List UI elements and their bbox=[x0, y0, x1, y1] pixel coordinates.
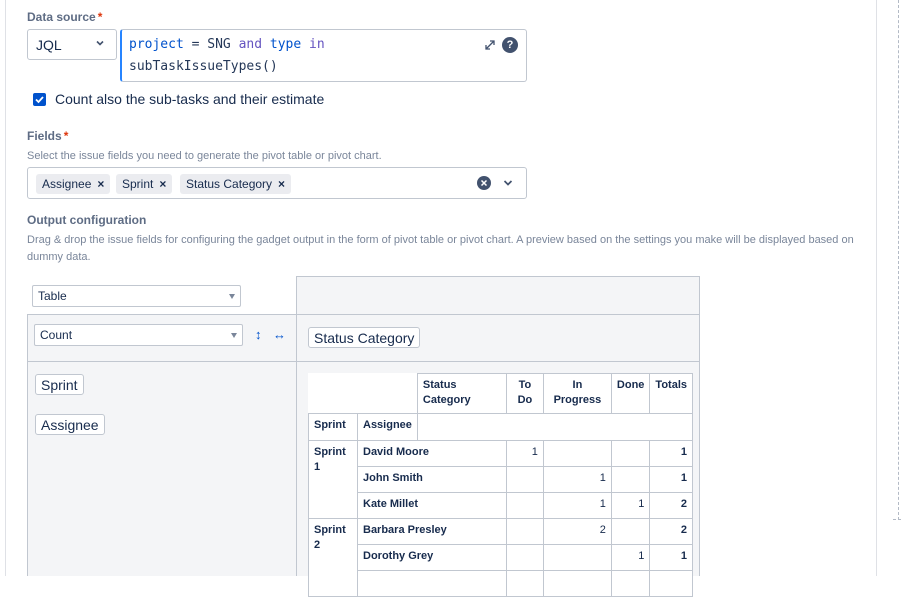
inprogress-cell bbox=[542, 570, 612, 597]
data-source-mode-select[interactable]: JQL bbox=[27, 29, 117, 60]
fields-helper-text: Select the issue fields you need to gene… bbox=[27, 150, 382, 162]
assignee-cell: John Smith bbox=[357, 466, 507, 493]
clear-all-icon[interactable] bbox=[477, 176, 491, 190]
output-helper-text: Drag & drop the issue fields for configu… bbox=[27, 234, 854, 263]
total-cell bbox=[649, 570, 693, 597]
todo-cell bbox=[505, 570, 544, 597]
todo-cell: 1 bbox=[505, 440, 544, 467]
checkmark-icon bbox=[35, 96, 44, 104]
dropdown-arrow-icon bbox=[231, 333, 237, 338]
todo-cell bbox=[505, 466, 544, 493]
todo-cell bbox=[505, 544, 544, 571]
row-header-assignee: Assignee bbox=[357, 413, 418, 441]
row-field-sprint[interactable]: Sprint bbox=[35, 374, 84, 395]
output-configuration-label: Output configuration bbox=[27, 213, 147, 227]
todo-cell bbox=[505, 492, 544, 519]
sprint-cell: Sprint 2 bbox=[308, 518, 358, 597]
remove-chip-icon[interactable]: × bbox=[278, 177, 285, 191]
panel-divider bbox=[296, 314, 700, 315]
jql-line-2: subTaskIssueTypes() bbox=[129, 59, 278, 74]
table-row: Sprint 1 David Moore 1 1 bbox=[308, 440, 693, 519]
row-header-sprint: Sprint bbox=[308, 413, 358, 441]
done-cell bbox=[610, 518, 651, 545]
assignee-cell: Dorothy Grey bbox=[357, 544, 507, 571]
inprogress-cell bbox=[542, 440, 612, 467]
resize-guide-foot bbox=[893, 519, 901, 520]
dropdown-arrow-icon bbox=[229, 294, 235, 299]
expand-icon[interactable] bbox=[483, 38, 497, 52]
data-source-label: Data source * bbox=[27, 10, 103, 24]
help-icon[interactable]: ? bbox=[502, 37, 518, 53]
todo-cell bbox=[505, 518, 544, 545]
jql-line-1: project = SNG and type in bbox=[129, 37, 325, 52]
column-header-totals: Totals bbox=[649, 373, 693, 414]
column-header-todo: To Do bbox=[505, 373, 544, 414]
column-header-inprogress: In Progress bbox=[542, 373, 612, 414]
page-left-border bbox=[5, 0, 6, 576]
assignee-cell: Barbara Presley bbox=[357, 518, 507, 545]
data-source-mode-value: JQL bbox=[36, 36, 62, 53]
sort-horizontal-icon[interactable]: ↔ bbox=[273, 327, 286, 342]
remove-chip-icon[interactable]: × bbox=[97, 177, 104, 191]
assignee-cell: David Moore bbox=[357, 440, 507, 467]
sort-vertical-icon[interactable]: ↕ bbox=[255, 327, 262, 342]
pivot-preview-table: Status Category To Do In Progress Done T… bbox=[308, 373, 694, 597]
config-left-panel bbox=[27, 314, 297, 576]
inprogress-cell: 1 bbox=[542, 492, 612, 519]
table-row bbox=[309, 570, 693, 597]
done-cell bbox=[610, 466, 651, 493]
subtasks-checkbox[interactable] bbox=[33, 93, 46, 106]
table-row: Dorothy Grey 1 1 bbox=[309, 544, 693, 571]
field-chip-status-category: Status Category × bbox=[180, 174, 292, 194]
page-right-border bbox=[876, 0, 877, 576]
chevron-down-icon[interactable] bbox=[503, 179, 513, 187]
empty-cell bbox=[416, 413, 507, 441]
total-cell: 2 bbox=[649, 492, 693, 519]
done-cell bbox=[610, 570, 651, 597]
aggregation-select[interactable]: Count bbox=[34, 324, 243, 346]
panel-divider bbox=[27, 361, 297, 362]
total-cell: 1 bbox=[649, 466, 693, 493]
done-cell bbox=[610, 440, 651, 467]
table-row: John Smith 1 1 bbox=[309, 466, 693, 493]
fields-multiselect[interactable]: Assignee × Sprint × Status Category × bbox=[27, 167, 527, 199]
field-chip-sprint: Sprint × bbox=[116, 174, 173, 194]
total-cell: 1 bbox=[649, 544, 693, 571]
sprint-cell: Sprint 1 bbox=[308, 440, 358, 519]
inprogress-cell: 1 bbox=[542, 466, 612, 493]
assignee-cell: Kate Millet bbox=[357, 492, 507, 519]
subtasks-checkbox-label[interactable]: Count also the sub-tasks and their estim… bbox=[55, 91, 324, 107]
jql-query-editor[interactable]: project = SNG and type in subTaskIssueTy… bbox=[120, 29, 527, 82]
view-type-select[interactable]: Table bbox=[32, 285, 241, 307]
chevron-down-icon bbox=[96, 40, 104, 46]
done-cell: 1 bbox=[610, 544, 651, 571]
column-field-status-category[interactable]: Status Category bbox=[308, 327, 421, 348]
inprogress-cell bbox=[542, 544, 612, 571]
column-header-done: Done bbox=[610, 373, 651, 414]
fields-label: Fields * bbox=[27, 129, 69, 143]
remove-chip-icon[interactable]: × bbox=[159, 177, 166, 191]
row-field-assignee[interactable]: Assignee bbox=[35, 414, 105, 435]
column-header-status: Status Category bbox=[416, 373, 507, 414]
assignee-cell bbox=[357, 570, 507, 597]
total-cell: 2 bbox=[649, 518, 693, 545]
total-cell: 1 bbox=[649, 440, 693, 467]
inprogress-cell: 2 bbox=[542, 518, 612, 545]
table-row: Sprint 2 Barbara Presley 2 2 bbox=[308, 518, 693, 597]
empty-cell bbox=[506, 413, 694, 441]
field-chip-assignee: Assignee × bbox=[36, 174, 111, 194]
panel-divider bbox=[296, 361, 700, 362]
table-row: Kate Millet 1 1 2 bbox=[309, 492, 693, 519]
resize-guide bbox=[898, 0, 899, 520]
done-cell: 1 bbox=[610, 492, 651, 519]
empty-corner bbox=[308, 373, 418, 414]
